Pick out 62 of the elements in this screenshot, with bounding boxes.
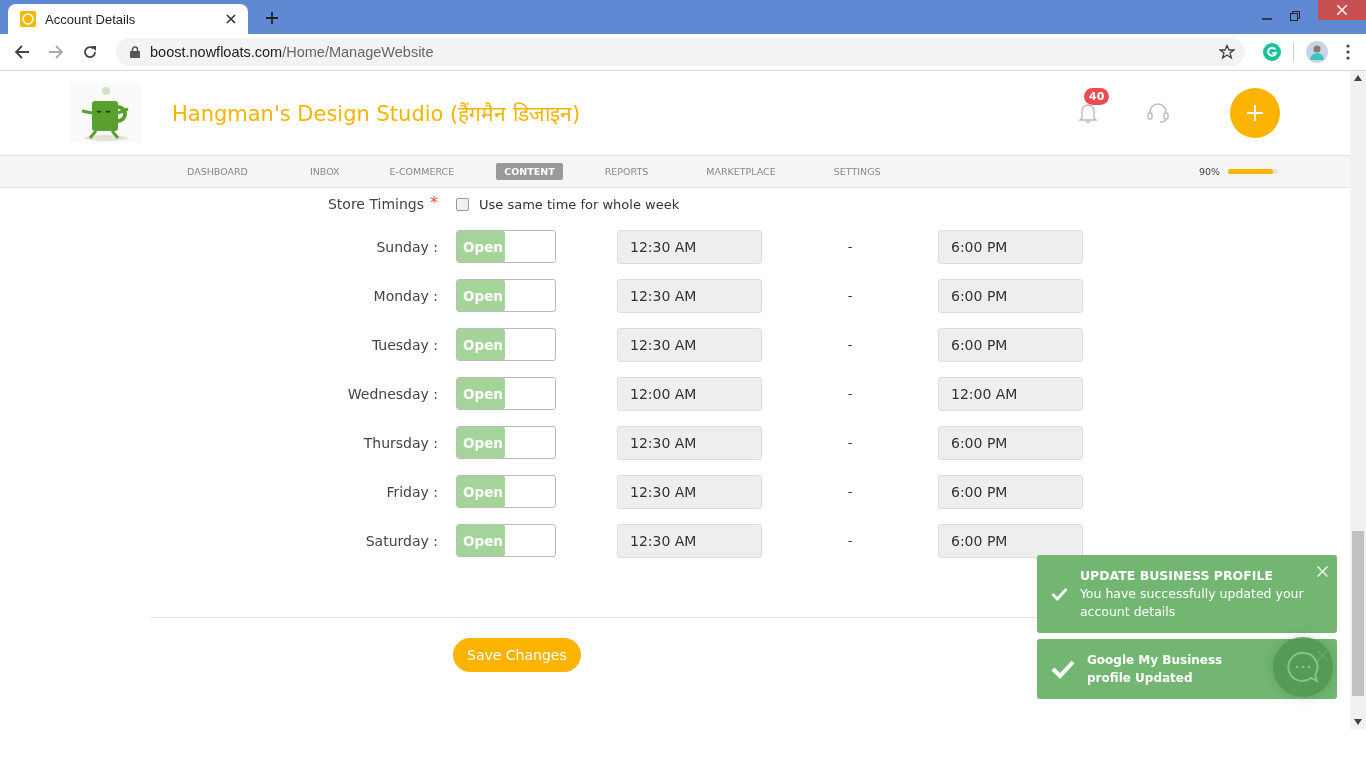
time-field[interactable]: 12:30 AM	[617, 278, 762, 313]
bell-icon[interactable]	[1078, 102, 1098, 124]
time-separator: -	[846, 337, 854, 352]
restore-icon[interactable]	[1290, 11, 1300, 21]
day-label: Sunday :	[376, 238, 438, 255]
field-label: Store Timings	[327, 196, 424, 212]
plus-icon	[1245, 103, 1265, 123]
day-label: Thursday :	[363, 434, 438, 451]
day-label: Friday :	[386, 483, 438, 500]
lock-icon	[130, 46, 140, 58]
scroll-down-icon[interactable]	[1354, 719, 1362, 725]
time-field[interactable]: 6:00 PM	[938, 229, 1083, 264]
completion-percent: 90%	[1198, 166, 1220, 177]
menu-icon[interactable]	[1346, 44, 1350, 60]
avatar-icon[interactable]	[1306, 41, 1328, 63]
time-field[interactable]: 6:00 PM	[938, 474, 1083, 509]
star-icon[interactable]	[1219, 44, 1235, 60]
forward-icon[interactable]	[48, 44, 64, 60]
scroll-up-icon[interactable]	[1354, 75, 1362, 81]
chat-icon	[1285, 649, 1321, 685]
browser-tab[interactable]: Account Details	[8, 4, 248, 34]
time-field[interactable]: 12:30 AM	[617, 327, 762, 362]
time-separator: -	[846, 484, 854, 499]
time-field[interactable]: 6:00 PM	[938, 278, 1083, 313]
time-field[interactable]: 6:00 PM	[938, 523, 1083, 558]
toast-title: UPDATE BUSINESS PROFILE	[1079, 567, 1273, 585]
checkbox[interactable]	[456, 197, 469, 211]
toast-message: You have successfully updated your account details	[1079, 585, 1305, 621]
check-icon	[1051, 659, 1075, 679]
day-label: Wednesday :	[347, 385, 438, 402]
scrollbar-thumb[interactable]	[1352, 531, 1364, 696]
time-separator: -	[846, 435, 854, 450]
required-mark: *	[430, 196, 438, 210]
time-field[interactable]: 12:00 AM	[938, 376, 1083, 411]
time-field[interactable]: 6:00 PM	[938, 327, 1083, 362]
time-field[interactable]: 12:30 AM	[617, 523, 762, 558]
time-separator: -	[846, 533, 854, 548]
back-icon[interactable]	[14, 44, 30, 60]
day-label: Tuesday :	[371, 336, 438, 353]
new-tab-icon[interactable]	[265, 11, 279, 25]
grammarly-icon[interactable]	[1263, 43, 1281, 61]
time-field[interactable]: 12:30 AM	[617, 425, 762, 460]
time-field[interactable]: 6:00 PM	[938, 425, 1083, 460]
day-label: Monday :	[373, 287, 438, 304]
toast-title: Google My Business profile Updated	[1087, 652, 1224, 687]
time-separator: -	[846, 386, 854, 401]
window-close-button[interactable]	[1318, 0, 1366, 20]
time-field[interactable]: 12:30 AM	[617, 474, 762, 509]
address-field[interactable]: boost.nowfloats.com/Home/ManageWebsite	[116, 38, 1245, 66]
time-separator: -	[846, 288, 854, 303]
close-icon	[1337, 5, 1347, 15]
notification-count: 40	[1084, 88, 1110, 105]
time-field[interactable]: 12:00 AM	[617, 376, 762, 411]
reload-icon[interactable]	[82, 44, 98, 60]
day-label: Saturday :	[365, 532, 438, 549]
favicon-icon	[20, 11, 36, 27]
time-field[interactable]: 12:30 AM	[617, 229, 762, 264]
time-separator: -	[846, 239, 854, 254]
close-icon[interactable]	[226, 14, 236, 24]
business-name: Hangman's Design Studio (हैंगमैन डिजाइन)	[172, 101, 581, 127]
tab-title: Account Details	[45, 11, 137, 27]
checkbox-label: Use same time for whole week	[479, 196, 680, 212]
